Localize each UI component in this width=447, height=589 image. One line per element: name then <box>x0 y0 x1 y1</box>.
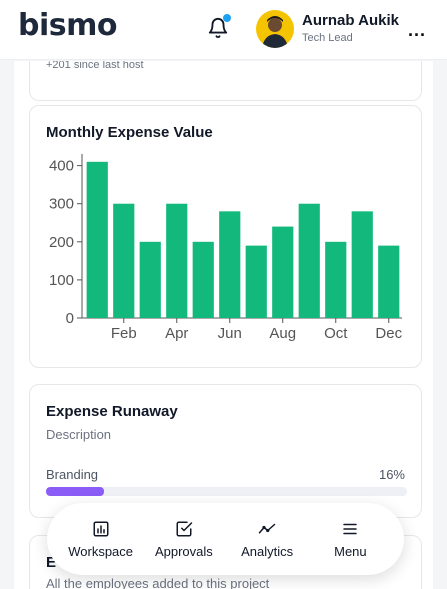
user-name[interactable]: Aurnab Aukik <box>302 12 399 29</box>
top-header: bismo Aurnab Aukik Tech Lead ... <box>0 0 447 60</box>
bar-jul <box>245 245 267 318</box>
bar-oct <box>325 241 347 318</box>
tab-menu[interactable]: Menu <box>310 520 390 559</box>
bar-apr <box>166 203 188 318</box>
x-tick-label: Dec <box>375 325 402 342</box>
y-tick-label: 200 <box>49 234 74 251</box>
avatar[interactable] <box>256 10 294 48</box>
stat-subtext: +201 since last host <box>46 61 144 71</box>
tab-analytics-label: Analytics <box>241 543 294 559</box>
employees-description: All the employees added to this project <box>46 576 270 589</box>
expense-runaway-title: Expense Runaway <box>46 403 178 420</box>
hamburger-menu-icon <box>343 523 358 534</box>
x-tick-label: Apr <box>165 325 188 342</box>
progress-label: Branding <box>46 467 99 482</box>
tab-workspace-label: Workspace <box>68 543 134 559</box>
trend-line-icon <box>258 523 276 533</box>
bottom-tab-bar: Workspace Approvals Analytics Menu <box>47 503 404 575</box>
tab-analytics[interactable]: Analytics <box>227 520 307 559</box>
more-options-icon[interactable]: ... <box>408 20 426 41</box>
progress-percent: 16% <box>378 467 405 482</box>
notification-dot <box>223 14 231 22</box>
tab-approvals[interactable]: Approvals <box>144 520 224 559</box>
chart-box-icon <box>93 521 109 536</box>
progress-fill <box>46 487 104 496</box>
expense-runaway-description: Description <box>46 427 112 442</box>
monthly-expense-card: Monthly Expense Value 0 100 200 300 400 Feb Ap… <box>29 105 422 368</box>
bar-aug <box>272 226 294 318</box>
check-square-icon <box>176 521 193 536</box>
bar-feb <box>113 203 135 318</box>
expense-runaway-card: Expense Runaway Description Branding 16% <box>29 384 422 518</box>
bar-may <box>192 241 214 318</box>
bar-mar <box>139 241 161 318</box>
y-tick-label: 0 <box>66 310 74 327</box>
bar-dec <box>378 245 400 318</box>
tab-workspace[interactable]: Workspace <box>61 520 141 559</box>
stat-card: +201 since last host <box>29 61 422 101</box>
bar-sep <box>298 203 320 318</box>
x-tick-label: Jun <box>218 325 242 342</box>
y-tick-label: 400 <box>49 158 74 175</box>
tab-menu-label: Menu <box>334 543 367 559</box>
bar-nov <box>351 211 373 318</box>
user-role: Tech Lead <box>302 32 353 44</box>
x-tick-label: Feb <box>111 325 137 342</box>
y-tick-label: 100 <box>49 272 74 289</box>
bar-jun <box>219 211 241 318</box>
x-tick-label: Oct <box>324 325 348 342</box>
monthly-expense-title: Monthly Expense Value <box>46 124 213 141</box>
avatar-person-icon <box>262 16 288 48</box>
progress-track <box>46 487 407 496</box>
monthly-expense-bar-chart: 0 100 200 300 400 Feb Apr Jun Aug Oct Dec <box>49 154 403 342</box>
y-tick-label: 300 <box>49 196 74 213</box>
tab-approvals-label: Approvals <box>154 543 213 559</box>
bar-jan <box>86 161 108 318</box>
brand-logo[interactable]: bismo <box>18 8 117 43</box>
x-tick-label: Aug <box>269 325 296 342</box>
